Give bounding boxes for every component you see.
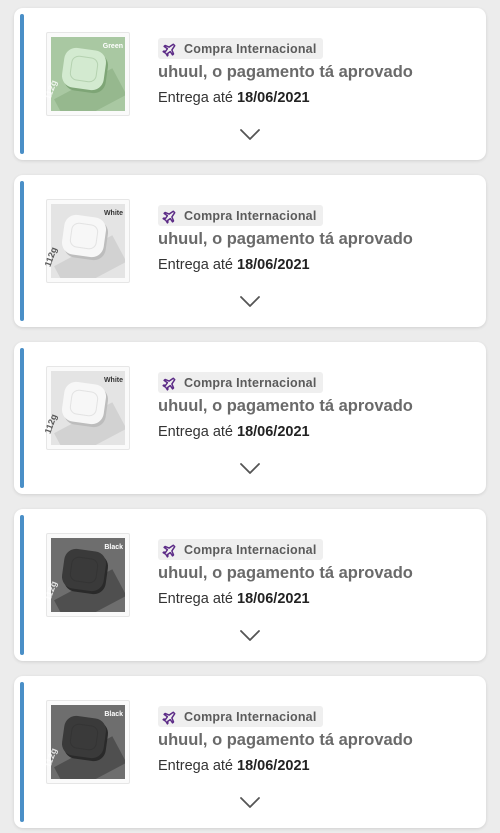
international-purchase-tag: Compra Internacional <box>158 539 323 560</box>
tag-label: Compra Internacional <box>184 41 317 56</box>
delivery-date: 18/06/2021 <box>237 90 310 106</box>
international-purchase-tag: Compra Internacional <box>158 38 323 59</box>
delivery-date: 18/06/2021 <box>237 424 310 440</box>
international-purchase-tag: Compra Internacional <box>158 706 323 727</box>
order-card[interactable]: White 112g Compra Internacional uhuul, o pa… <box>14 175 486 327</box>
delivery-date: 18/06/2021 <box>237 257 310 273</box>
card-accent-bar <box>20 348 24 488</box>
order-card[interactable]: White 112g Compra Internacional uhuul, o pa… <box>14 342 486 494</box>
product-color-label: Black <box>104 544 123 551</box>
card-accent-bar <box>20 682 24 822</box>
product-color-label: White <box>103 210 123 217</box>
product-color-label: White <box>103 377 123 384</box>
delivery-prefix: Entrega até <box>158 758 233 774</box>
delivery-date: 18/06/2021 <box>237 591 310 607</box>
delivery-prefix: Entrega até <box>158 257 233 273</box>
airplane-icon <box>162 210 176 224</box>
tag-label: Compra Internacional <box>184 542 317 557</box>
payment-status: uhuul, o pagamento tá aprovado <box>158 63 413 81</box>
delivery-prefix: Entrega até <box>158 90 233 106</box>
delivery-date: 18/06/2021 <box>237 758 310 774</box>
delivery-info: Entrega até 18/06/2021 <box>158 758 310 774</box>
airplane-icon <box>162 544 176 558</box>
product-thumbnail[interactable]: White 112g <box>43 366 130 450</box>
delivery-prefix: Entrega até <box>158 591 233 607</box>
product-color-label: Black <box>104 711 123 718</box>
international-purchase-tag: Compra Internacional <box>158 372 323 393</box>
tag-label: Compra Internacional <box>184 709 317 724</box>
card-accent-bar <box>20 181 24 321</box>
product-thumbnail[interactable]: White 112g <box>43 199 130 283</box>
payment-status: uhuul, o pagamento tá aprovado <box>158 230 413 248</box>
payment-status: uhuul, o pagamento tá aprovado <box>158 731 413 749</box>
order-card[interactable]: Green 112g Compra Internacional uhuul, o pa… <box>14 8 486 160</box>
delivery-info: Entrega até 18/06/2021 <box>158 424 310 440</box>
tag-label: Compra Internacional <box>184 375 317 390</box>
payment-status: uhuul, o pagamento tá aprovado <box>158 397 413 415</box>
international-purchase-tag: Compra Internacional <box>158 205 323 226</box>
tag-label: Compra Internacional <box>184 208 317 223</box>
order-card[interactable]: Black 112g Compra Internacional uhuul, o pa… <box>14 676 486 828</box>
airplane-icon <box>162 711 176 725</box>
order-card[interactable]: Black 112g Compra Internacional uhuul, o pa… <box>14 509 486 661</box>
airplane-icon <box>162 43 176 57</box>
delivery-prefix: Entrega até <box>158 424 233 440</box>
product-thumbnail[interactable]: Black 112g <box>43 700 130 784</box>
delivery-info: Entrega até 18/06/2021 <box>158 591 310 607</box>
airplane-icon <box>162 377 176 391</box>
delivery-info: Entrega até 18/06/2021 <box>158 90 310 106</box>
product-color-label: Green <box>102 43 123 50</box>
card-accent-bar <box>20 14 24 154</box>
product-thumbnail[interactable]: Green 112g <box>43 32 130 116</box>
card-accent-bar <box>20 515 24 655</box>
order-list: Green 112g Compra Internacional uhuul, o pa… <box>0 0 500 833</box>
payment-status: uhuul, o pagamento tá aprovado <box>158 564 413 582</box>
product-thumbnail[interactable]: Black 112g <box>43 533 130 617</box>
delivery-info: Entrega até 18/06/2021 <box>158 257 310 273</box>
